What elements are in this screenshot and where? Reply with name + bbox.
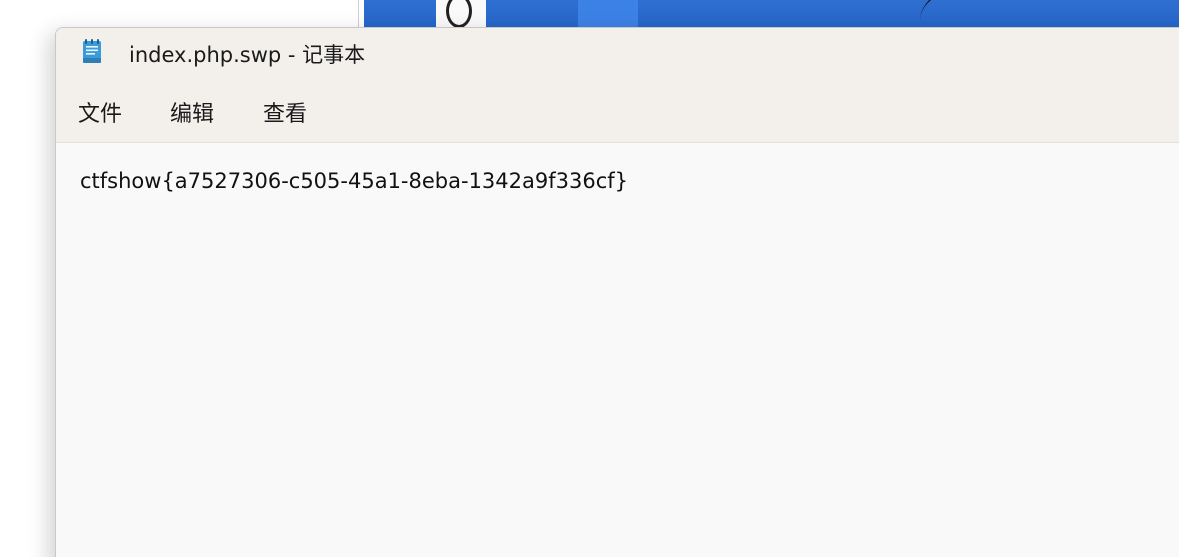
desktop: index.php.swp - 记事本 文件 编辑 查看 ctfshow{a75… bbox=[0, 0, 1179, 557]
menu-view[interactable]: 查看 bbox=[263, 96, 307, 128]
menu-file[interactable]: 文件 bbox=[78, 96, 122, 128]
notepad-window[interactable]: index.php.swp - 记事本 文件 编辑 查看 ctfshow{a75… bbox=[55, 27, 1179, 557]
menu-bar: 文件 编辑 查看 bbox=[56, 78, 1179, 143]
window-title: index.php.swp - 记事本 bbox=[129, 43, 366, 67]
background-square bbox=[578, 0, 638, 30]
menu-edit[interactable]: 编辑 bbox=[170, 96, 214, 128]
text-editor[interactable]: ctfshow{a7527306-c505-45a1-8eba-1342a9f3… bbox=[56, 143, 1179, 557]
background-swoosh bbox=[920, 0, 1179, 30]
background-wallpaper bbox=[364, 0, 1179, 30]
notepad-icon bbox=[82, 38, 102, 64]
title-bar[interactable]: index.php.swp - 记事本 bbox=[56, 28, 1179, 78]
editor-content[interactable]: ctfshow{a7527306-c505-45a1-8eba-1342a9f3… bbox=[80, 169, 628, 193]
